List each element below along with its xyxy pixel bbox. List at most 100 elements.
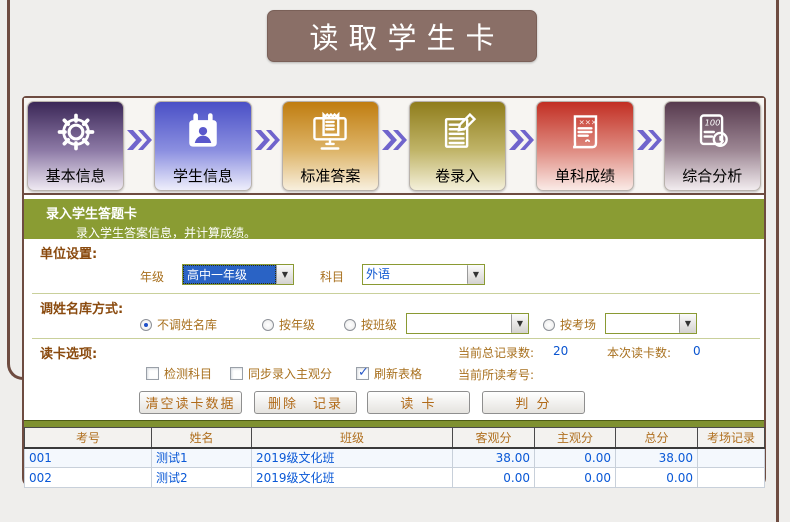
table-row[interactable]: 001 测试1 2019级文化班 38.00 0.00 38.00 [25, 448, 765, 468]
step-label: 综合分析 [682, 165, 742, 187]
chevron-down-icon[interactable]: ▼ [679, 314, 696, 333]
cell-name[interactable]: 测试1 [152, 448, 252, 468]
chevron-right-icon [506, 125, 536, 158]
read-student-card-page: { "page": { "title": "读取学生卡" }, "toolbar… [0, 0, 790, 522]
step-paper-entry[interactable]: 卷录入 [409, 101, 506, 191]
room-select[interactable]: ▼ [605, 313, 697, 334]
cell-class[interactable]: 2019级文化班 [252, 468, 453, 488]
grade-select[interactable]: 高中一年级 ▼ [182, 264, 294, 285]
chevron-right-icon [634, 125, 664, 158]
read-options-title: 读卡选项: [40, 343, 97, 362]
total-records-label: 当前总记录数: [458, 344, 534, 361]
current-exam-no-label: 当前所读考号: [458, 366, 534, 383]
radio-label: 按年级 [279, 316, 315, 333]
step-label: 标准答案 [300, 165, 360, 187]
radio-label: 按考场 [560, 316, 596, 333]
grade-button[interactable]: 判 分 [482, 391, 585, 414]
col-objective-score[interactable]: 客观分 [453, 428, 535, 448]
main-panel: 基本信息 学生信息 [22, 96, 766, 487]
room-select-value [606, 314, 679, 333]
cell-class[interactable]: 2019级文化班 [252, 448, 453, 468]
score-sheet-icon: ××× [563, 110, 607, 157]
session-count-value: 0 [693, 344, 701, 358]
step-basic-info[interactable]: 基本信息 [27, 101, 124, 191]
radio-icon[interactable] [344, 319, 356, 331]
doc-pencil-icon [436, 110, 480, 157]
checkbox-label: 同步录入主观分 [248, 365, 332, 382]
cell-total[interactable]: 0.00 [616, 468, 698, 488]
checkbox-detect-subject[interactable]: 检测科目 [146, 365, 212, 382]
cell-exam-no[interactable]: 001 [25, 448, 152, 468]
report-clock-icon: 100 [690, 110, 734, 157]
cell-subjective[interactable]: 0.00 [535, 468, 616, 488]
cell-room-record[interactable] [698, 468, 765, 488]
namelib-title: 调姓名库方式: [40, 298, 123, 317]
svg-text:×××: ××× [579, 117, 597, 126]
col-exam-no[interactable]: 考号 [25, 428, 152, 448]
right-frame-line [776, 0, 779, 522]
checkbox-icon[interactable] [230, 367, 243, 380]
radio-icon[interactable] [140, 319, 152, 331]
cell-objective[interactable]: 38.00 [453, 448, 535, 468]
gear-icon [54, 110, 98, 157]
subject-label: 科目 [320, 268, 344, 285]
divider [32, 338, 760, 339]
col-total-score[interactable]: 总分 [616, 428, 698, 448]
col-room-record[interactable]: 考场记录 [698, 428, 765, 448]
cell-subjective[interactable]: 0.00 [535, 448, 616, 468]
radio-icon[interactable] [262, 319, 274, 331]
radio-icon[interactable] [543, 319, 555, 331]
results-table: 考号 姓名 班级 客观分 主观分 总分 考场记录 001 测试1 2019级文化… [24, 427, 765, 488]
col-subjective-score[interactable]: 主观分 [535, 428, 616, 448]
col-name[interactable]: 姓名 [152, 428, 252, 448]
checkbox-icon[interactable] [356, 367, 369, 380]
radio-by-room[interactable]: 按考场 [543, 316, 596, 333]
checkbox-refresh-table[interactable]: 刷新表格 [356, 365, 422, 382]
cell-name[interactable]: 测试2 [152, 468, 252, 488]
delete-record-button[interactable]: 删除 记录 [254, 391, 357, 414]
step-subject-scores[interactable]: ××× 单科成绩 [536, 101, 633, 191]
step-standard-answers[interactable]: 标准答案 [282, 101, 379, 191]
checkbox-sync-subjective[interactable]: 同步录入主观分 [230, 365, 332, 382]
monitor-doc-icon [308, 110, 352, 157]
cell-exam-no[interactable]: 002 [25, 468, 152, 488]
table-top-bar [24, 420, 764, 427]
section-title: 录入学生答题卡 [24, 199, 764, 222]
class-select-value [407, 314, 511, 333]
id-card-icon [181, 110, 225, 157]
read-card-button[interactable]: 读 卡 [367, 391, 470, 414]
cell-total[interactable]: 38.00 [616, 448, 698, 468]
chevron-down-icon[interactable]: ▼ [511, 314, 528, 333]
section-header: 录入学生答题卡 录入学生答案信息，并计算成绩。 [24, 199, 764, 239]
page-title-text: 读取学生卡 [299, 15, 504, 57]
radio-label: 按班级 [361, 316, 397, 333]
col-class[interactable]: 班级 [252, 428, 453, 448]
chevron-right-icon [124, 125, 154, 158]
class-select[interactable]: ▼ [406, 313, 529, 334]
checkbox-icon[interactable] [146, 367, 159, 380]
checkbox-label: 刷新表格 [374, 365, 422, 382]
table-header-row: 考号 姓名 班级 客观分 主观分 总分 考场记录 [25, 428, 765, 448]
radio-by-class[interactable]: 按班级 [344, 316, 397, 333]
chevron-down-icon[interactable]: ▼ [467, 265, 484, 284]
step-label: 卷录入 [435, 165, 480, 187]
clear-data-button[interactable]: 清空读卡数据 [139, 391, 242, 414]
page-title: 读取学生卡 [267, 10, 537, 62]
cell-objective[interactable]: 0.00 [453, 468, 535, 488]
total-records-value: 20 [553, 344, 568, 358]
subject-select[interactable]: 外语 ▼ [362, 264, 485, 285]
table-row[interactable]: 002 测试2 2019级文化班 0.00 0.00 0.00 [25, 468, 765, 488]
cell-room-record[interactable] [698, 448, 765, 468]
chevron-right-icon [252, 125, 282, 158]
step-student-info[interactable]: 学生信息 [154, 101, 251, 191]
grade-label: 年级 [140, 268, 164, 285]
radio-no-namelib[interactable]: 不调姓名库 [140, 316, 217, 333]
divider [32, 293, 760, 294]
step-comprehensive-analysis[interactable]: 100 综合分析 [664, 101, 761, 191]
radio-by-grade[interactable]: 按年级 [262, 316, 315, 333]
subject-select-value: 外语 [363, 265, 467, 284]
step-label: 单科成绩 [555, 165, 615, 187]
session-count-label: 本次读卡数: [607, 344, 671, 361]
grade-select-value: 高中一年级 [183, 265, 276, 284]
chevron-down-icon[interactable]: ▼ [276, 265, 293, 284]
